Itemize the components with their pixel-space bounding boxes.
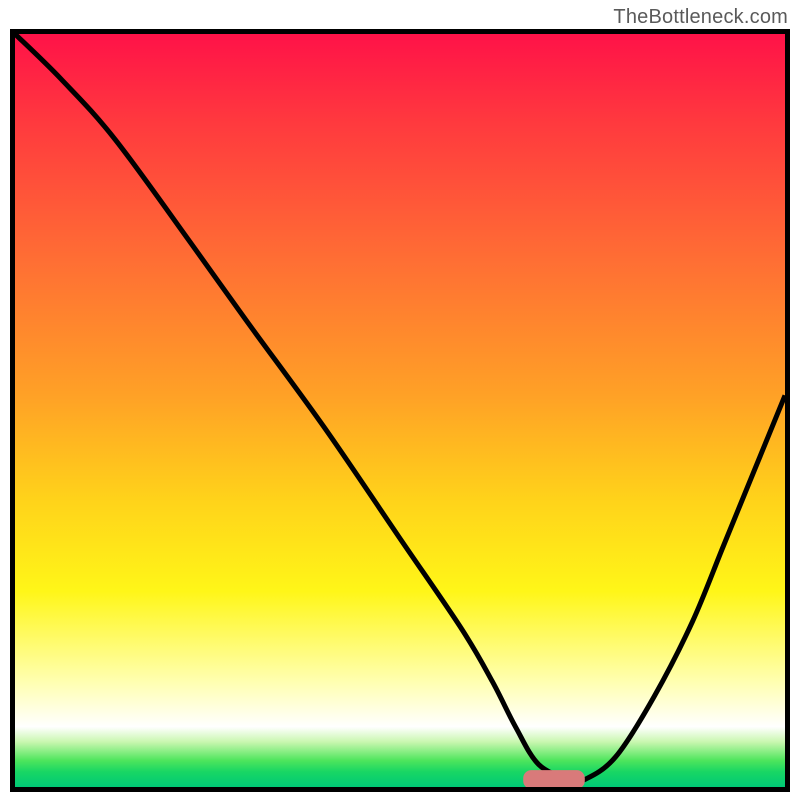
background-gradient	[15, 34, 785, 787]
attribution-text: TheBottleneck.com	[613, 6, 788, 29]
chart-frame	[10, 29, 790, 792]
